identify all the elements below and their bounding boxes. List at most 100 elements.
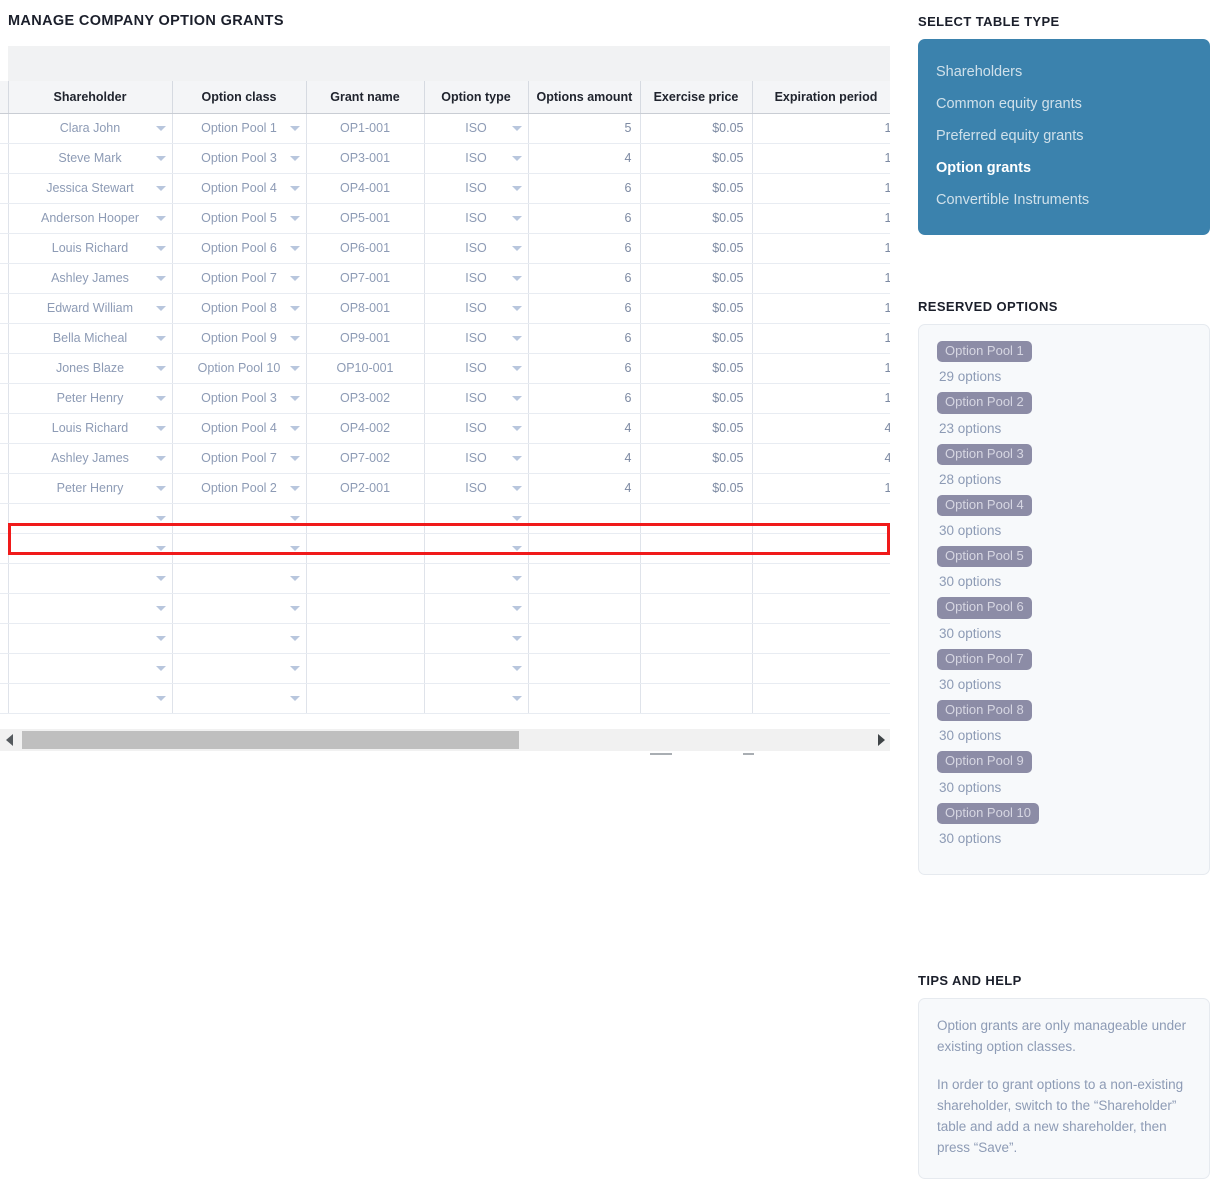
cell-exercise-price[interactable] [640,533,753,564]
chevron-down-icon[interactable] [511,186,522,191]
scrollbar-track[interactable] [18,729,872,751]
table-type-item-common-equity-grants[interactable]: Common equity grants [918,88,1210,120]
table-row-empty[interactable] [0,683,890,714]
cell-options-amount[interactable] [528,533,641,564]
cell-exercise-price[interactable]: $0.05 [640,413,753,444]
cell-expiration-period[interactable] [752,503,890,534]
cell-expiration-period[interactable] [752,683,890,714]
cell-exercise-price[interactable]: $0.05 [640,143,753,174]
chevron-down-icon[interactable] [155,126,166,131]
cell-options-amount[interactable] [528,623,641,654]
chevron-down-icon[interactable] [155,456,166,461]
chevron-down-icon[interactable] [155,576,166,581]
cell-expiration-period[interactable]: 1 [752,473,890,504]
cell-exercise-price[interactable] [640,623,753,654]
cell-options-amount[interactable] [528,653,641,684]
chevron-down-icon[interactable] [155,246,166,251]
chevron-down-icon[interactable] [289,636,300,641]
chevron-down-icon[interactable] [289,126,300,131]
cell-option-class[interactable]: Option Pool 1 [172,113,307,144]
table-type-item-preferred-equity-grants[interactable]: Preferred equity grants [918,120,1210,152]
cell-shareholder[interactable]: Louis Richard [8,233,173,264]
cell-grant-name[interactable]: OP1-001 [306,113,425,144]
chevron-down-icon[interactable] [511,216,522,221]
cell-shareholder[interactable]: Peter Henry [8,383,173,414]
chevron-down-icon[interactable] [155,276,166,281]
cell-grant-name[interactable]: OP3-001 [306,143,425,174]
cell-option-class[interactable] [172,653,307,684]
cell-expiration-period[interactable] [752,593,890,624]
cell-option-class[interactable] [172,683,307,714]
cell-option-class[interactable]: Option Pool 2 [172,473,307,504]
cell-shareholder[interactable] [8,533,173,564]
cell-shareholder[interactable]: Jones Blaze [8,353,173,384]
cell-option-type[interactable]: ISO [424,353,529,384]
cell-option-class[interactable] [172,503,307,534]
cell-options-amount[interactable]: 6 [528,263,641,294]
chevron-down-icon[interactable] [155,366,166,371]
cell-option-class[interactable]: Option Pool 7 [172,443,307,474]
scroll-right-arrow[interactable] [872,729,890,751]
cell-option-type[interactable] [424,593,529,624]
chevron-down-icon[interactable] [511,426,522,431]
cell-option-type[interactable] [424,653,529,684]
cell-options-amount[interactable] [528,593,641,624]
cell-expiration-period[interactable]: 1 [752,143,890,174]
cell-exercise-price[interactable]: $0.05 [640,263,753,294]
cell-exercise-price[interactable] [640,593,753,624]
cell-expiration-period[interactable]: 1 [752,203,890,234]
cell-exercise-price[interactable] [640,563,753,594]
cell-grant-name[interactable] [306,683,425,714]
chevron-down-icon[interactable] [511,396,522,401]
chevron-down-icon[interactable] [511,546,522,551]
cell-expiration-period[interactable] [752,563,890,594]
column-header-exercise-price[interactable]: Exercise price [640,81,753,114]
cell-shareholder[interactable]: Jessica Stewart [8,173,173,204]
cell-options-amount[interactable]: 6 [528,203,641,234]
table-row[interactable]: Jessica Stewart Option Pool 4 OP4-001 ISO 6 $… [0,173,890,204]
cell-grant-name[interactable] [306,653,425,684]
column-header-expiration-period[interactable]: Expiration period [752,81,890,114]
cell-options-amount[interactable]: 6 [528,233,641,264]
cell-exercise-price[interactable]: $0.05 [640,443,753,474]
cell-grant-name[interactable] [306,623,425,654]
chevron-down-icon[interactable] [511,336,522,341]
cell-option-class[interactable]: Option Pool 4 [172,173,307,204]
chevron-down-icon[interactable] [289,396,300,401]
chevron-down-icon[interactable] [289,276,300,281]
cell-shareholder[interactable] [8,683,173,714]
cell-expiration-period[interactable]: 1 [752,263,890,294]
cell-options-amount[interactable]: 4 [528,443,641,474]
chevron-down-icon[interactable] [289,696,300,701]
table-type-item-convertible-instruments[interactable]: Convertible Instruments [918,184,1210,216]
column-header-option-class[interactable]: Option class [172,81,307,114]
chevron-down-icon[interactable] [511,516,522,521]
column-header-options-amount[interactable]: Options amount [528,81,641,114]
cell-shareholder[interactable]: Bella Micheal [8,323,173,354]
cell-option-class[interactable]: Option Pool 8 [172,293,307,324]
cell-grant-name[interactable]: OP8-001 [306,293,425,324]
column-header-shareholder[interactable]: Shareholder [8,81,173,114]
cell-option-class[interactable]: Option Pool 10 [172,353,307,384]
chevron-down-icon[interactable] [289,306,300,311]
cell-shareholder[interactable]: Ashley James [8,443,173,474]
table-row-empty[interactable] [0,563,890,594]
cell-grant-name[interactable] [306,593,425,624]
chevron-down-icon[interactable] [155,186,166,191]
cell-option-class[interactable]: Option Pool 9 [172,323,307,354]
cell-option-class[interactable] [172,563,307,594]
table-row[interactable]: Jones Blaze Option Pool 10 OP10-001 ISO 6 $0.… [0,353,890,384]
cell-expiration-period[interactable]: 4 [752,413,890,444]
cell-options-amount[interactable] [528,683,641,714]
table-type-item-shareholders[interactable]: Shareholders [918,56,1210,88]
cell-shareholder[interactable]: Anderson Hooper [8,203,173,234]
cell-options-amount[interactable]: 6 [528,323,641,354]
cell-grant-name[interactable]: OP7-001 [306,263,425,294]
cell-option-class[interactable] [172,623,307,654]
chevron-down-icon[interactable] [155,306,166,311]
chevron-down-icon[interactable] [155,486,166,491]
chevron-down-icon[interactable] [289,456,300,461]
cell-option-class[interactable] [172,593,307,624]
table-row-empty[interactable] [0,623,890,654]
cell-option-type[interactable] [424,683,529,714]
